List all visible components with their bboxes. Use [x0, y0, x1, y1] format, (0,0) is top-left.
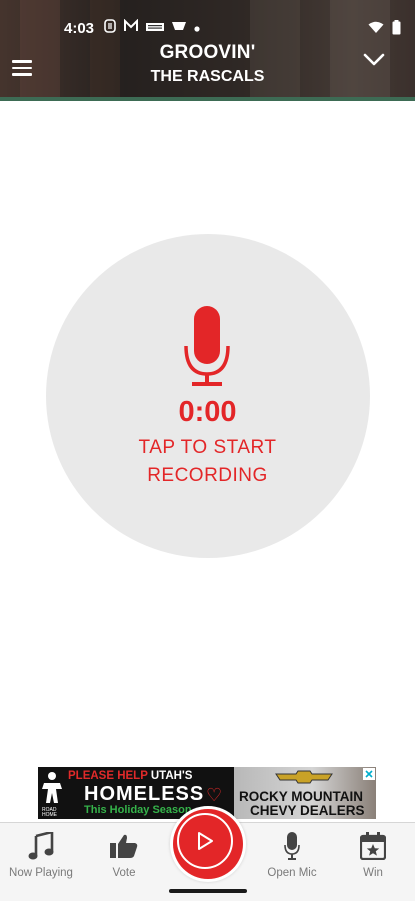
- play-button[interactable]: [170, 806, 246, 882]
- ad-dealer-line2: CHEVY DEALERS: [250, 803, 365, 818]
- calendar-star-icon: [360, 832, 386, 860]
- nav-now-playing[interactable]: Now Playing: [1, 831, 81, 879]
- thumbs-up-icon: [110, 834, 138, 858]
- adchoices-close-icon[interactable]: [363, 768, 375, 780]
- microphone-icon: [284, 832, 300, 860]
- ad-homeless-text: HOMELESS: [84, 783, 205, 805]
- nav-label-vote: Vote: [112, 867, 136, 879]
- music-note-icon: [28, 832, 54, 860]
- status-time: 4:03: [64, 20, 95, 37]
- wifi-icon: [368, 21, 384, 38]
- dot-icon: [194, 21, 200, 35]
- collapse-button[interactable]: [363, 53, 385, 72]
- nav-label-open-mic: Open Mic: [267, 867, 317, 879]
- nav-open-mic[interactable]: Open Mic: [252, 831, 332, 879]
- nav-label-now-playing: Now Playing: [9, 867, 73, 879]
- play-icon: [198, 832, 213, 850]
- m-icon: [123, 18, 139, 36]
- s-icon: [104, 19, 116, 36]
- microphone-icon: [183, 306, 231, 395]
- road-home-logo: ROAD HOME: [42, 772, 62, 817]
- sports-icon: [171, 20, 187, 35]
- song-title: GROOVIN': [159, 42, 256, 63]
- recording-timer: 0:00: [178, 396, 237, 428]
- header-divider: [0, 97, 415, 101]
- ad-tagline: This Holiday Season: [84, 804, 192, 816]
- song-artist: THE RASCALS: [150, 68, 265, 85]
- record-prompt: TAP TO START RECORDING: [138, 437, 277, 486]
- nav-vote[interactable]: Vote: [84, 831, 164, 879]
- gesture-navigation-bar[interactable]: [169, 889, 247, 893]
- ad-dealer-line1: ROCKY MOUNTAIN: [239, 789, 363, 804]
- svg-text:HOME: HOME: [42, 812, 58, 817]
- nav-win[interactable]: Win: [333, 831, 413, 879]
- chevron-down-icon: [363, 53, 385, 66]
- chevrolet-bowtie-logo: [275, 770, 333, 784]
- ad-headline: PLEASE HELP UTAH'S: [68, 770, 193, 782]
- news-icon: [146, 21, 164, 35]
- nav-label-win: Win: [363, 867, 383, 879]
- heart-icon: ♡: [206, 785, 223, 805]
- battery-icon: [392, 20, 401, 39]
- status-bar: 4:03: [0, 14, 415, 40]
